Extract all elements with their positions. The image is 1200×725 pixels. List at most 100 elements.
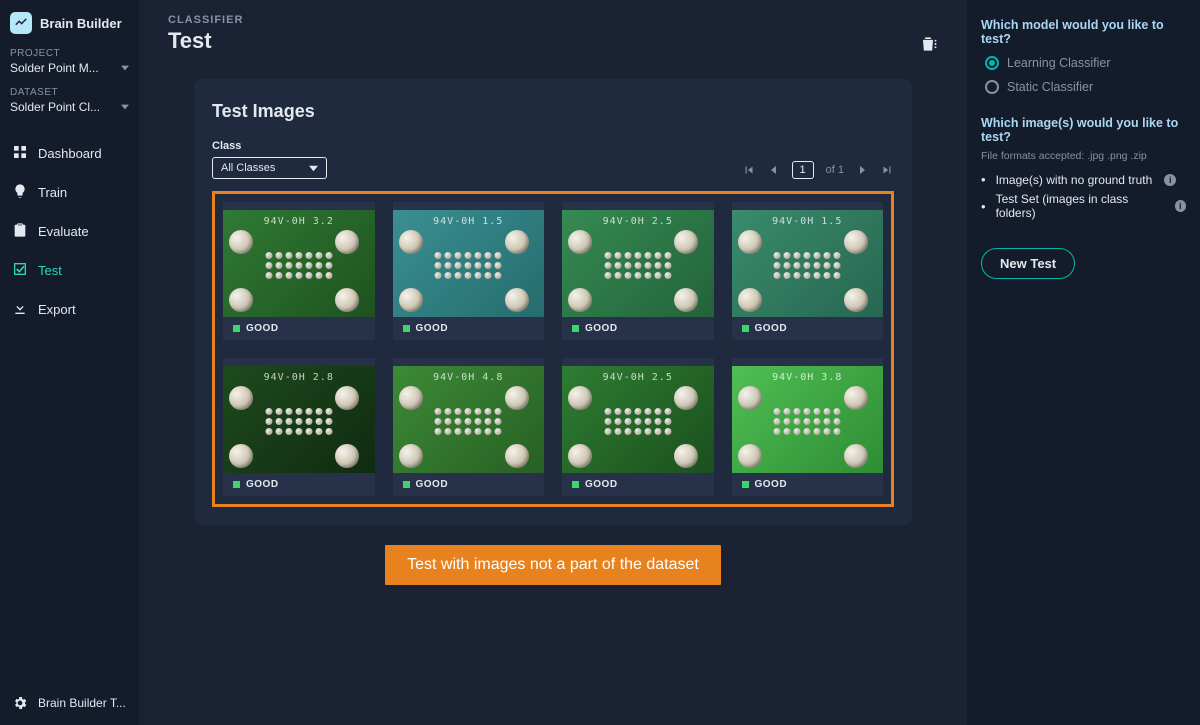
bulb-icon [12, 183, 28, 202]
status-indicator-icon [742, 481, 749, 488]
thumbnail: 94V-0H 3.8 [732, 358, 884, 473]
radio-label: Static Classifier [1007, 80, 1093, 94]
test-images-panel: Test Images Class All Classes 1 of 1 [194, 79, 912, 525]
thumbnail: 94V-0H 3.2 [223, 202, 375, 317]
project-value: Solder Point M... [10, 61, 99, 75]
caret-down-icon [121, 61, 129, 75]
class-value: All Classes [221, 162, 275, 174]
pager: 1 of 1 [742, 161, 894, 179]
next-page-button[interactable] [856, 164, 868, 176]
status-indicator-icon [742, 325, 749, 332]
breadcrumb: CLASSIFIER [168, 14, 243, 26]
silk-text: 94V-0H 3.8 [732, 372, 884, 383]
brand-logo-icon [10, 12, 32, 34]
test-option[interactable]: Image(s) with no ground truth i [981, 172, 1186, 187]
info-icon[interactable]: i [1175, 200, 1186, 212]
nav-label: Dashboard [38, 146, 102, 161]
new-test-button[interactable]: New Test [981, 248, 1075, 279]
rail-bullets: Image(s) with no ground truthiTest Set (… [981, 172, 1186, 220]
dataset-label: DATASET [10, 87, 129, 98]
page-of-label: of 1 [826, 164, 844, 176]
card-footer: GOOD [732, 473, 884, 496]
rail-question-images: Which image(s) would you like to test? [981, 116, 1186, 144]
card-label: GOOD [585, 479, 618, 490]
card-footer: GOOD [223, 317, 375, 340]
nav-label: Evaluate [38, 224, 89, 239]
image-card[interactable]: 94V-0H 2.8 GOOD [223, 358, 375, 496]
test-option[interactable]: Test Set (images in class folders) i [981, 192, 1186, 220]
silk-text: 94V-0H 2.5 [562, 216, 714, 227]
brand-name: Brain Builder [40, 16, 122, 31]
check-square-icon [12, 261, 28, 280]
last-page-button[interactable] [880, 163, 894, 177]
nav-item-train[interactable]: Train [0, 173, 139, 212]
card-label: GOOD [246, 323, 279, 334]
nav-label: Export [38, 302, 76, 317]
card-label: GOOD [416, 323, 449, 334]
image-card[interactable]: 94V-0H 1.5 GOOD [732, 202, 884, 340]
class-label: Class [212, 140, 327, 152]
thumbnail: 94V-0H 2.5 [562, 358, 714, 473]
download-icon [12, 300, 28, 319]
dataset-value: Solder Point Cl... [10, 100, 100, 114]
option-label: Test Set (images in class folders) [996, 192, 1163, 220]
nav-item-export[interactable]: Export [0, 290, 139, 329]
image-card[interactable]: 94V-0H 3.2 GOOD [223, 202, 375, 340]
rail-subtext: File formats accepted: .jpg .png .zip [981, 150, 1186, 162]
project-dropdown[interactable]: Solder Point M... [10, 61, 129, 75]
panel-title: Test Images [212, 101, 894, 122]
status-indicator-icon [403, 481, 410, 488]
image-card[interactable]: 94V-0H 1.5 GOOD [393, 202, 545, 340]
radio-icon [985, 56, 999, 70]
image-gallery: 94V-0H 3.2 GOOD 94V-0H 1.5 GOOD 94V-0H 2… [212, 191, 894, 507]
card-footer: GOOD [393, 473, 545, 496]
image-card[interactable]: 94V-0H 4.8 GOOD [393, 358, 545, 496]
dataset-dropdown[interactable]: Solder Point Cl... [10, 100, 129, 114]
page-title: Test [168, 28, 243, 54]
thumbnail: 94V-0H 2.8 [223, 358, 375, 473]
rail-question-model: Which model would you like to test? [981, 18, 1186, 46]
project-label: PROJECT [10, 48, 129, 59]
first-page-button[interactable] [742, 163, 756, 177]
gear-icon [12, 695, 28, 711]
info-icon[interactable]: i [1164, 174, 1176, 186]
radio-label: Learning Classifier [1007, 56, 1111, 70]
silk-text: 94V-0H 4.8 [393, 372, 545, 383]
brand: Brain Builder [0, 0, 139, 48]
silk-text: 94V-0H 2.8 [223, 372, 375, 383]
card-footer: GOOD [732, 317, 884, 340]
silk-text: 94V-0H 2.5 [562, 372, 714, 383]
chevron-down-icon [309, 164, 318, 173]
delete-button[interactable] [918, 34, 938, 57]
status-indicator-icon [233, 481, 240, 488]
clipboard-icon [12, 222, 28, 241]
model-option[interactable]: Static Classifier [985, 80, 1186, 94]
status-indicator-icon [403, 325, 410, 332]
option-label: Image(s) with no ground truth [996, 173, 1153, 187]
caret-down-icon [121, 100, 129, 114]
model-option[interactable]: Learning Classifier [985, 56, 1186, 70]
card-label: GOOD [416, 479, 449, 490]
callout-banner: Test with images not a part of the datas… [385, 545, 721, 585]
right-rail: Which model would you like to test? Lear… [966, 0, 1200, 725]
thumbnail: 94V-0H 1.5 [393, 202, 545, 317]
card-footer: GOOD [562, 473, 714, 496]
footer-text: Brain Builder T... [38, 696, 126, 710]
class-select[interactable]: All Classes [212, 157, 327, 179]
image-card[interactable]: 94V-0H 2.5 GOOD [562, 358, 714, 496]
prev-page-button[interactable] [768, 164, 780, 176]
nav-item-evaluate[interactable]: Evaluate [0, 212, 139, 251]
card-footer: GOOD [223, 473, 375, 496]
nav-item-dashboard[interactable]: Dashboard [0, 134, 139, 173]
card-footer: GOOD [393, 317, 545, 340]
image-card[interactable]: 94V-0H 2.5 GOOD [562, 202, 714, 340]
sidebar: Brain Builder PROJECT Solder Point M... … [0, 0, 140, 725]
image-card[interactable]: 94V-0H 3.8 GOOD [732, 358, 884, 496]
status-indicator-icon [233, 325, 240, 332]
nav-item-test[interactable]: Test [0, 251, 139, 290]
card-label: GOOD [246, 479, 279, 490]
card-label: GOOD [755, 323, 788, 334]
page-input[interactable]: 1 [792, 161, 814, 179]
card-label: GOOD [585, 323, 618, 334]
sidebar-footer[interactable]: Brain Builder T... [0, 681, 139, 725]
